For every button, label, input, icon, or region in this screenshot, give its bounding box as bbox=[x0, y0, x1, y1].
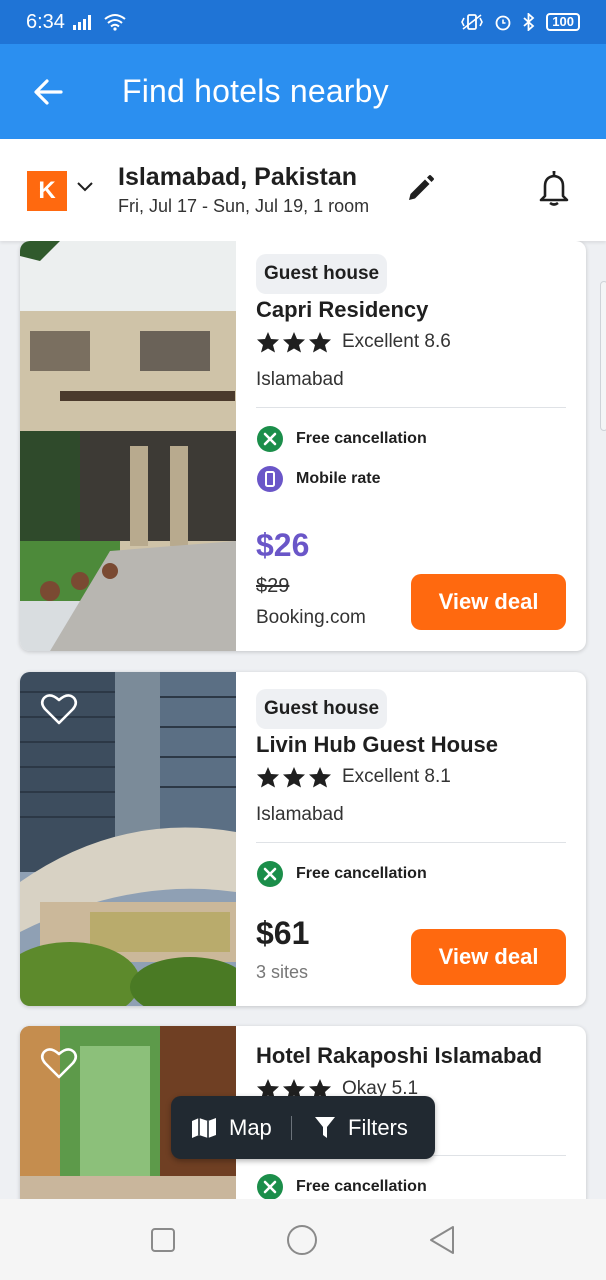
bluetooth-icon bbox=[523, 13, 535, 31]
search-summary-text[interactable]: Islamabad, Pakistan Fri, Jul 17 - Sun, J… bbox=[118, 163, 369, 217]
battery-indicator: 100 bbox=[546, 13, 580, 31]
rating-row: Excellent 8.6 bbox=[256, 331, 451, 353]
view-deal-button[interactable]: View deal bbox=[411, 929, 566, 985]
app-bar: Find hotels nearby bbox=[0, 44, 606, 139]
rating-text: Excellent 8.1 bbox=[342, 766, 451, 787]
star-icon bbox=[309, 332, 331, 353]
rating-row: Excellent 8.1 bbox=[256, 766, 451, 788]
system-nav-bar bbox=[0, 1199, 606, 1280]
signal-icon bbox=[72, 15, 91, 30]
chevron-down-icon[interactable] bbox=[76, 181, 94, 193]
map-icon bbox=[192, 1117, 216, 1138]
status-time: 6:34 bbox=[26, 10, 65, 33]
page-title: Find hotels nearby bbox=[122, 73, 389, 109]
type-badge: Guest house bbox=[256, 689, 388, 729]
edit-icon[interactable] bbox=[404, 173, 436, 205]
hotel-price: $61 bbox=[256, 915, 310, 951]
filter-icon bbox=[315, 1116, 335, 1138]
vibrate-icon bbox=[461, 14, 484, 30]
divider bbox=[256, 842, 566, 843]
hotel-name: Livin Hub Guest House bbox=[256, 732, 499, 757]
alarm-icon bbox=[495, 15, 511, 31]
perk-free-cancellation: Free cancellation bbox=[256, 425, 427, 453]
hotel-photo[interactable] bbox=[20, 672, 236, 1006]
hotel-list[interactable]: Guest house Capri Residency Excellent 8.… bbox=[0, 241, 606, 1199]
recents-icon[interactable] bbox=[150, 1227, 176, 1253]
perk-free-cancellation: Free cancellation bbox=[256, 1173, 427, 1199]
bell-icon[interactable] bbox=[537, 169, 571, 207]
star-icon bbox=[283, 332, 305, 353]
hotel-provider: Booking.com bbox=[256, 607, 366, 628]
map-label: Map bbox=[229, 1114, 272, 1140]
wifi-icon bbox=[104, 14, 126, 31]
hotel-city: Islamabad bbox=[256, 369, 344, 390]
search-city: Islamabad, Pakistan bbox=[118, 163, 358, 191]
star-icon bbox=[257, 332, 279, 353]
hotel-sites: 3 sites bbox=[256, 962, 309, 982]
hotel-price: $26 bbox=[256, 527, 310, 563]
arrow-back-icon bbox=[33, 78, 63, 105]
view-deal-button[interactable]: View deal bbox=[411, 574, 566, 630]
perk-label: Free cancellation bbox=[296, 1178, 427, 1195]
hotel-details: Guest house Capri Residency Excellent 8.… bbox=[256, 241, 566, 651]
hotel-card[interactable]: Guest house Livin Hub Guest House Excell… bbox=[20, 672, 586, 1006]
scrollbar-thumb[interactable] bbox=[600, 281, 606, 431]
star-icon bbox=[257, 767, 279, 788]
filters-button[interactable]: Filters bbox=[292, 1115, 408, 1141]
map-button[interactable]: Map bbox=[171, 1115, 291, 1141]
hotel-old-price: $29 bbox=[256, 575, 290, 597]
cancel-check-icon bbox=[257, 861, 283, 887]
rating-text: Excellent 8.6 bbox=[342, 331, 451, 352]
perk-free-cancellation: Free cancellation bbox=[256, 860, 427, 888]
home-icon[interactable] bbox=[286, 1224, 318, 1256]
cancel-check-icon bbox=[257, 1174, 283, 1199]
back-nav-icon[interactable] bbox=[428, 1225, 456, 1255]
hotel-city: Islamabad bbox=[256, 804, 344, 825]
divider bbox=[256, 407, 566, 408]
type-badge: Guest house bbox=[256, 254, 388, 294]
status-bar: 6:34 100 bbox=[0, 0, 606, 44]
star-icon bbox=[309, 767, 331, 788]
kayak-logo[interactable]: K bbox=[27, 171, 67, 211]
heart-icon[interactable] bbox=[40, 1046, 78, 1080]
cancel-check-icon bbox=[257, 426, 283, 452]
perk-label: Mobile rate bbox=[296, 470, 381, 487]
perk-label: Free cancellation bbox=[296, 865, 427, 882]
hotel-name: Hotel Rakaposhi Islamabad bbox=[256, 1043, 543, 1068]
hotel-card[interactable]: Guest house Capri Residency Excellent 8.… bbox=[20, 241, 586, 651]
hotel-details: Guest house Livin Hub Guest House Excell… bbox=[256, 672, 566, 1006]
heart-icon[interactable] bbox=[40, 692, 78, 726]
back-button[interactable] bbox=[0, 44, 95, 139]
mobile-rate-icon bbox=[257, 466, 283, 492]
perk-mobile-rate: Mobile rate bbox=[256, 465, 380, 493]
hotel-name: Capri Residency bbox=[256, 297, 429, 322]
search-dates: Fri, Jul 17 - Sun, Jul 19, 1 room bbox=[118, 196, 370, 216]
filters-label: Filters bbox=[348, 1114, 408, 1140]
map-filters-bar: Map Filters bbox=[171, 1096, 435, 1159]
search-summary[interactable]: K Islamabad, Pakistan Fri, Jul 17 - Sun,… bbox=[0, 139, 606, 241]
hotel-photo[interactable] bbox=[20, 241, 236, 651]
perk-label: Free cancellation bbox=[296, 430, 427, 447]
star-icon bbox=[283, 767, 305, 788]
